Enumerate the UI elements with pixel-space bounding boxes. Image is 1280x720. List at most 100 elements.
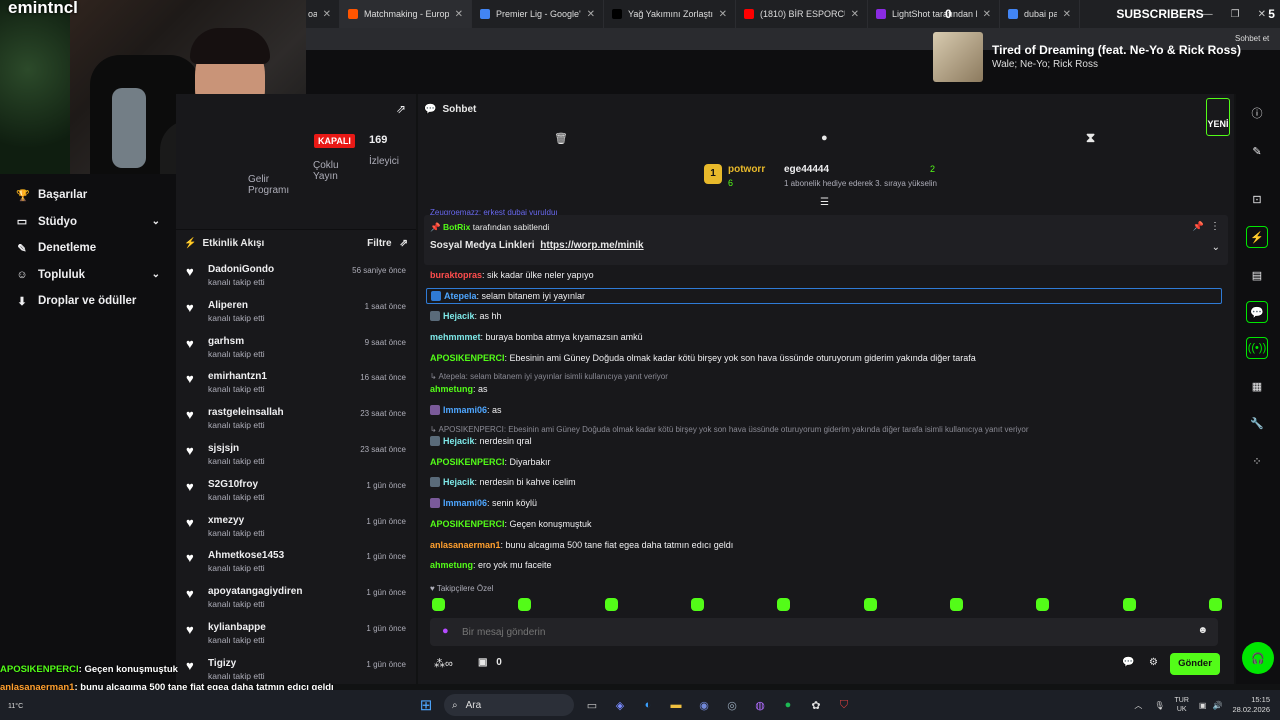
nav-item-moderation[interactable]: ✎ Denetleme	[0, 235, 176, 262]
browser-tab[interactable]: Premier Lig - Google'da Ar ✕	[472, 0, 604, 28]
emote-icon[interactable]	[863, 598, 877, 611]
chat-username[interactable]: buraktopras	[430, 270, 482, 280]
close-icon[interactable]: ✕	[719, 9, 727, 20]
emote-icon[interactable]	[604, 598, 618, 611]
browser-tab[interactable]: oard ✕	[300, 0, 340, 28]
language-indicator[interactable]: TUR UK	[1175, 696, 1189, 714]
chat-message[interactable]: Hejacik: as hh	[430, 311, 502, 321]
chat-link[interactable]: Sohbet et	[1235, 34, 1269, 43]
send-button[interactable]: Gönder	[1170, 653, 1220, 675]
chat-message[interactable]: ahmetung: ero yok mu faceite	[430, 560, 552, 570]
copilot-icon[interactable]: ◈	[610, 695, 630, 715]
discord-icon[interactable]: ◉	[694, 695, 714, 715]
filter-button[interactable]: Filtre	[367, 238, 391, 249]
hourglass-icon[interactable]: ⧗	[1086, 130, 1095, 146]
chat-message[interactable]: APOSIKENPERCI: Geçen konuşmuştuk	[430, 519, 592, 529]
browser-tab[interactable]: (1810) BİR ESPORCU NASIL ✕	[736, 0, 868, 28]
unpin-icon[interactable]: 📌	[1193, 221, 1204, 232]
network-icon[interactable]: ▣	[1199, 701, 1207, 710]
chat-username[interactable]: Hejacik	[443, 311, 475, 321]
chat-username[interactable]: ahmetung	[430, 384, 473, 394]
chat-username[interactable]: anlasanaerman1	[430, 540, 501, 550]
close-icon[interactable]: ✕	[851, 9, 859, 20]
chat-message[interactable]: anlasanaerman1: bunu alcagıma 500 tane f…	[430, 540, 733, 550]
chat-username[interactable]: Hejacik	[443, 477, 475, 487]
mic-icon[interactable]: ●	[442, 625, 449, 637]
file-explorer-icon[interactable]: ▬	[666, 695, 686, 715]
bolt-icon[interactable]: ⚡	[1246, 226, 1268, 248]
close-icon[interactable]: ✕	[455, 9, 463, 20]
chat-message[interactable]: buraktopras: sik kadar ülke neler yapıyo	[430, 270, 594, 280]
chat-username[interactable]: ahmetung	[430, 560, 473, 570]
activity-item[interactable]: ♥ xmezyy kanalı takip etti 1 gün önce	[176, 511, 416, 547]
chat-mode-icon[interactable]: ●	[821, 132, 828, 144]
vanguard-icon[interactable]: ⛉	[834, 695, 854, 715]
nav-item-community[interactable]: ☺ Topluluk ⌄	[0, 262, 176, 289]
tray-expand-icon[interactable]: ︿	[1134, 700, 1142, 711]
emote-icon[interactable]	[1208, 598, 1222, 611]
chat-username[interactable]: APOSIKENPERCI	[430, 353, 505, 363]
wrench-icon[interactable]: 🔧	[1246, 412, 1268, 434]
share-icon[interactable]: ⁘	[1246, 450, 1268, 472]
activity-item[interactable]: ♥ emirhantzn1 kanalı takip etti 16 saat önc…	[176, 367, 416, 403]
chat-username[interactable]: Atepela	[444, 291, 477, 301]
popout-icon[interactable]: ⇗	[400, 238, 408, 249]
chat-message[interactable]: APOSIKENPERCI: Ebesinin ami Güney Doğuda…	[430, 353, 976, 363]
chat-message[interactable]: Hejacik: nerdesin bi kahve icelim	[430, 477, 576, 487]
chat-username[interactable]: mehmmmet	[430, 332, 481, 342]
chat-message[interactable]: Hejacik: nerdesin qral	[430, 436, 532, 446]
spotify-icon[interactable]: ●	[778, 695, 798, 715]
mic-tray-icon[interactable]: 🎙	[1154, 701, 1164, 710]
close-icon[interactable]: ✕	[323, 9, 331, 20]
leaderboard-toggle-icon[interactable]: ☰	[820, 197, 829, 208]
steam-icon[interactable]: ◎	[722, 695, 742, 715]
activity-item[interactable]: ♥ S2G10froy kanalı takip etti 1 gün önce	[176, 475, 416, 511]
more-options-icon[interactable]: ⋮	[1210, 221, 1220, 232]
chat-username[interactable]: Hejacik	[443, 436, 475, 446]
edge-icon[interactable]: ◐	[638, 695, 658, 715]
activity-item[interactable]: ♥ DadoniGondo kanalı takip etti 56 saniye ö…	[176, 260, 416, 296]
chat-username[interactable]: Immami06	[443, 498, 487, 508]
chevron-down-icon[interactable]: ⌄	[152, 269, 160, 280]
chat-message-input[interactable]	[462, 622, 1162, 642]
nav-item-studio[interactable]: ▭ Stüdyo ⌄	[0, 209, 176, 236]
obs-icon[interactable]: ◍	[750, 695, 770, 715]
pencil-icon[interactable]: ✎	[1246, 140, 1268, 162]
emote-icon[interactable]	[432, 598, 445, 611]
pinned-message[interactable]: 📌 BotRix tarafından sabitlendi Sosyal Me…	[424, 215, 1228, 265]
chat-message[interactable]: Atepela: selam bitanem iyi yayınlar	[426, 288, 1222, 304]
emote-icon[interactable]	[777, 598, 791, 611]
chevron-down-icon[interactable]: ⌄	[152, 216, 160, 227]
emote-icon[interactable]	[690, 598, 704, 611]
nav-item-drops[interactable]: ⬇ Droplar ve ödüller	[0, 288, 176, 315]
chat-username[interactable]: APOSIKENPERCI	[430, 457, 505, 467]
emote-icon[interactable]	[949, 598, 963, 611]
points-icon[interactable]: ⁂∞	[434, 657, 453, 670]
chat-message[interactable]: mehmmmet: buraya bomba atmya kıyamazsın …	[430, 332, 643, 342]
browser-tab[interactable]: Matchmaking - Europe 5v5 ✕	[340, 0, 472, 28]
chat-username[interactable]: APOSIKENPERCI	[430, 519, 505, 529]
clock[interactable]: 15:15 28.02.2026	[1232, 695, 1270, 715]
emote-icon[interactable]	[1036, 598, 1050, 611]
emote-icon[interactable]	[518, 598, 532, 611]
support-icon[interactable]: 🎧	[1242, 642, 1274, 674]
broadcast-icon[interactable]: ((•))	[1246, 337, 1268, 359]
chat-message[interactable]: Immami06: senin köylü	[430, 498, 537, 508]
new-button[interactable]: YENİ	[1206, 98, 1230, 136]
browser-tab[interactable]: Yağ Yakımını Zorlaştıra ✕	[604, 0, 736, 28]
volume-icon[interactable]: 🔊	[1212, 701, 1222, 710]
chatgpt-icon[interactable]: ✿	[806, 695, 826, 715]
pinned-link[interactable]: https://worp.me/minik	[540, 240, 643, 251]
gear-icon[interactable]: ⚙	[1149, 657, 1158, 668]
taskbar-search[interactable]: ⌕ Ara	[444, 694, 574, 716]
capture-icon[interactable]: ⊡	[1246, 188, 1268, 210]
popout-icon[interactable]: ⇗	[396, 102, 406, 116]
weather-widget[interactable]: 11°C	[8, 695, 28, 715]
info-icon[interactable]: ⓘ	[1246, 102, 1268, 124]
task-view-icon[interactable]: ▭	[582, 695, 602, 715]
emoji-icon[interactable]: ☻	[1197, 625, 1208, 636]
document-icon[interactable]: ▤	[1246, 264, 1268, 286]
activity-item[interactable]: ♥ Aliperen kanalı takip etti 1 saat önce	[176, 296, 416, 332]
chat-input-box[interactable]: ● ☻	[430, 618, 1218, 646]
emote-icon[interactable]	[1122, 598, 1136, 611]
